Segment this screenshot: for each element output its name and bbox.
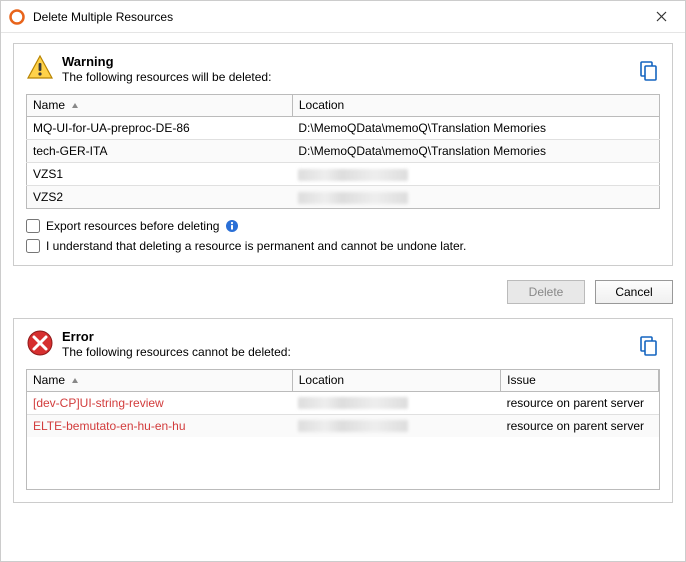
sort-asc-icon bbox=[71, 374, 79, 388]
confirm-checkbox-row: I understand that deleting a resource is… bbox=[26, 239, 660, 253]
table-row[interactable]: ELTE-bemutato-en-hu-en-hu resource on par… bbox=[27, 414, 659, 437]
copy-icon bbox=[638, 335, 658, 357]
export-checkbox-label: Export resources before deleting bbox=[46, 219, 219, 233]
cell-name: VZS2 bbox=[27, 185, 293, 208]
column-header-name[interactable]: Name bbox=[27, 95, 293, 117]
cell-location bbox=[292, 162, 659, 185]
cell-location bbox=[292, 414, 500, 437]
app-icon bbox=[9, 9, 25, 25]
info-icon[interactable] bbox=[225, 219, 239, 233]
confirm-checkbox-label: I understand that deleting a resource is… bbox=[46, 239, 466, 253]
delete-button[interactable]: Delete bbox=[507, 280, 585, 304]
cell-name: VZS1 bbox=[27, 162, 293, 185]
button-row: Delete Cancel bbox=[13, 280, 673, 304]
cell-location: D:\MemoQData\memoQ\Translation Memories bbox=[292, 139, 659, 162]
cell-name: tech-GER-ITA bbox=[27, 139, 293, 162]
warning-subtext: The following resources will be deleted: bbox=[62, 70, 271, 84]
confirm-checkbox[interactable] bbox=[26, 239, 40, 253]
copy-button[interactable] bbox=[638, 60, 660, 82]
error-heading: Error bbox=[62, 329, 291, 344]
table-row[interactable]: VZS1 bbox=[27, 162, 660, 185]
error-panel: Error The following resources cannot be … bbox=[13, 318, 673, 503]
copy-icon bbox=[638, 60, 658, 82]
table-row[interactable]: MQ-UI-for-UA-preproc-DE-86D:\MemoQData\m… bbox=[27, 116, 660, 139]
warning-table: Name Location MQ-UI-for-UA-preproc-DE-86… bbox=[26, 94, 660, 209]
cell-name: [dev-CP]UI-string-review bbox=[27, 391, 292, 414]
table-row[interactable]: tech-GER-ITAD:\MemoQData\memoQ\Translati… bbox=[27, 139, 660, 162]
cancel-button[interactable]: Cancel bbox=[595, 280, 673, 304]
warning-icon bbox=[26, 54, 54, 82]
redacted-text bbox=[298, 169, 408, 181]
cell-location bbox=[292, 391, 500, 414]
cell-name: ELTE-bemutato-en-hu-en-hu bbox=[27, 414, 292, 437]
column-header-location[interactable]: Location bbox=[292, 95, 659, 117]
export-checkbox-row: Export resources before deleting bbox=[26, 219, 660, 233]
copy-button[interactable] bbox=[638, 335, 660, 357]
cell-location: D:\MemoQData\memoQ\Translation Memories bbox=[292, 116, 659, 139]
column-header-issue[interactable]: Issue bbox=[501, 370, 659, 391]
warning-panel: Warning The following resources will be … bbox=[13, 43, 673, 266]
titlebar: Delete Multiple Resources bbox=[1, 1, 685, 33]
export-checkbox[interactable] bbox=[26, 219, 40, 233]
column-header-location[interactable]: Location bbox=[292, 370, 500, 391]
error-icon bbox=[26, 329, 54, 357]
close-button[interactable] bbox=[645, 3, 677, 31]
cell-issue: resource on parent server bbox=[501, 391, 659, 414]
cell-location bbox=[292, 185, 659, 208]
close-icon bbox=[656, 11, 667, 22]
cell-name: MQ-UI-for-UA-preproc-DE-86 bbox=[27, 116, 293, 139]
error-subtext: The following resources cannot be delete… bbox=[62, 345, 291, 359]
sort-asc-icon bbox=[71, 99, 79, 113]
table-row[interactable]: VZS2 bbox=[27, 185, 660, 208]
window-title: Delete Multiple Resources bbox=[33, 10, 645, 24]
column-header-name[interactable]: Name bbox=[27, 370, 292, 391]
redacted-text bbox=[298, 397, 408, 409]
table-row[interactable]: [dev-CP]UI-string-review resource on pare… bbox=[27, 391, 659, 414]
redacted-text bbox=[298, 420, 408, 432]
redacted-text bbox=[298, 192, 408, 204]
table-empty-area bbox=[27, 437, 659, 489]
cell-issue: resource on parent server bbox=[501, 414, 659, 437]
error-table: Name Location Issue [dev-CP]UI-s bbox=[27, 370, 659, 437]
warning-heading: Warning bbox=[62, 54, 271, 69]
